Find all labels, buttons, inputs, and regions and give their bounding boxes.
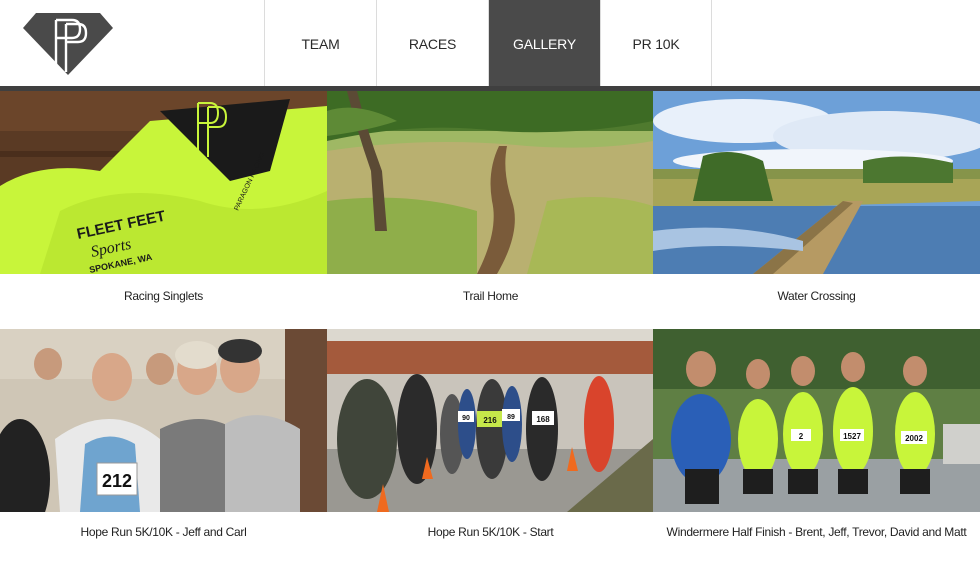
main-nav: TEAM RACES GALLERY PR 10K: [264, 0, 712, 87]
photo-windermere-finish[interactable]: 2 1527 2002: [653, 329, 980, 512]
caption-water-crossing: Water Crossing: [777, 289, 856, 303]
nav-races[interactable]: RACES: [376, 0, 488, 87]
gallery-item[interactable]: Water Crossing: [653, 91, 980, 326]
photo-trail-home[interactable]: [327, 91, 654, 274]
nav-pr-10k[interactable]: PR 10K: [600, 0, 712, 87]
gallery-item[interactable]: Trail Home: [327, 91, 654, 326]
race-bib-1: 216: [483, 416, 497, 425]
gallery-item[interactable]: PARAGON RACING FLEET FEET Sports SPOKANE…: [0, 91, 327, 326]
race-bib-1: 2: [799, 432, 804, 441]
photo-water-crossing[interactable]: [653, 91, 980, 274]
gallery-item[interactable]: 212 Hope Run 5K/10K - Jeff and Carl: [0, 329, 327, 561]
race-bib-4: 90: [462, 415, 470, 422]
race-bib-3: 2002: [905, 434, 923, 443]
caption-hope-run-jeff-carl: Hope Run 5K/10K - Jeff and Carl: [80, 525, 247, 539]
site-header: TEAM RACES GALLERY PR 10K: [0, 0, 980, 91]
gallery-item[interactable]: 216 168 89 90 Hope Run 5K/10K - Start: [327, 329, 654, 561]
photo-racing-singlets[interactable]: PARAGON RACING FLEET FEET Sports SPOKANE…: [0, 91, 327, 274]
race-bib-3: 89: [507, 414, 515, 421]
race-bib-2: 1527: [843, 432, 861, 441]
photo-hope-run-start[interactable]: 216 168 89 90: [327, 329, 654, 512]
paragon-logo[interactable]: [22, 12, 114, 76]
race-bib: 212: [102, 471, 132, 491]
caption-racing-singlets: Racing Singlets: [124, 289, 203, 303]
photo-hope-run-jeff-carl[interactable]: 212: [0, 329, 327, 512]
race-bib-2: 168: [536, 415, 550, 424]
caption-windermere-finish: Windermere Half Finish - Brent, Jeff, Tr…: [666, 525, 967, 539]
caption-trail-home: Trail Home: [462, 289, 519, 303]
caption-hope-run-start: Hope Run 5K/10K - Start: [427, 525, 554, 539]
gallery-item[interactable]: 2 1527 2002 Windermere Half Finish - Bre…: [653, 329, 980, 561]
nav-team[interactable]: TEAM: [264, 0, 376, 87]
nav-gallery[interactable]: GALLERY: [488, 0, 600, 87]
